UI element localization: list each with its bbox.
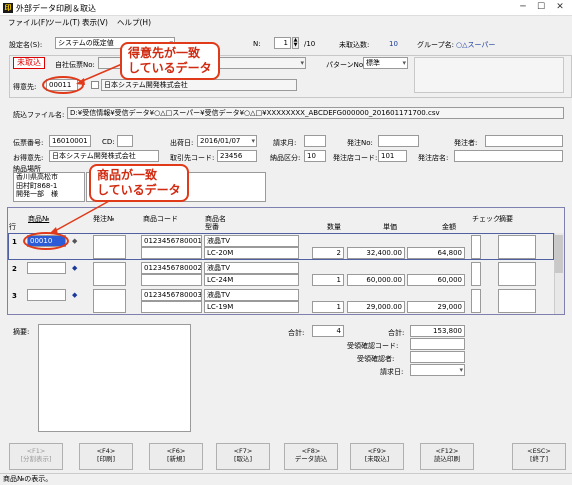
product-arrow-head bbox=[49, 227, 58, 234]
customer-arrow bbox=[79, 63, 123, 83]
customer-callout: 得意先が一致 しているデータ bbox=[120, 42, 220, 80]
annotation-arrows bbox=[49, 63, 123, 234]
product-callout: 商品が一致 しているデータ bbox=[89, 164, 189, 202]
customer-arrow-head bbox=[76, 78, 85, 85]
